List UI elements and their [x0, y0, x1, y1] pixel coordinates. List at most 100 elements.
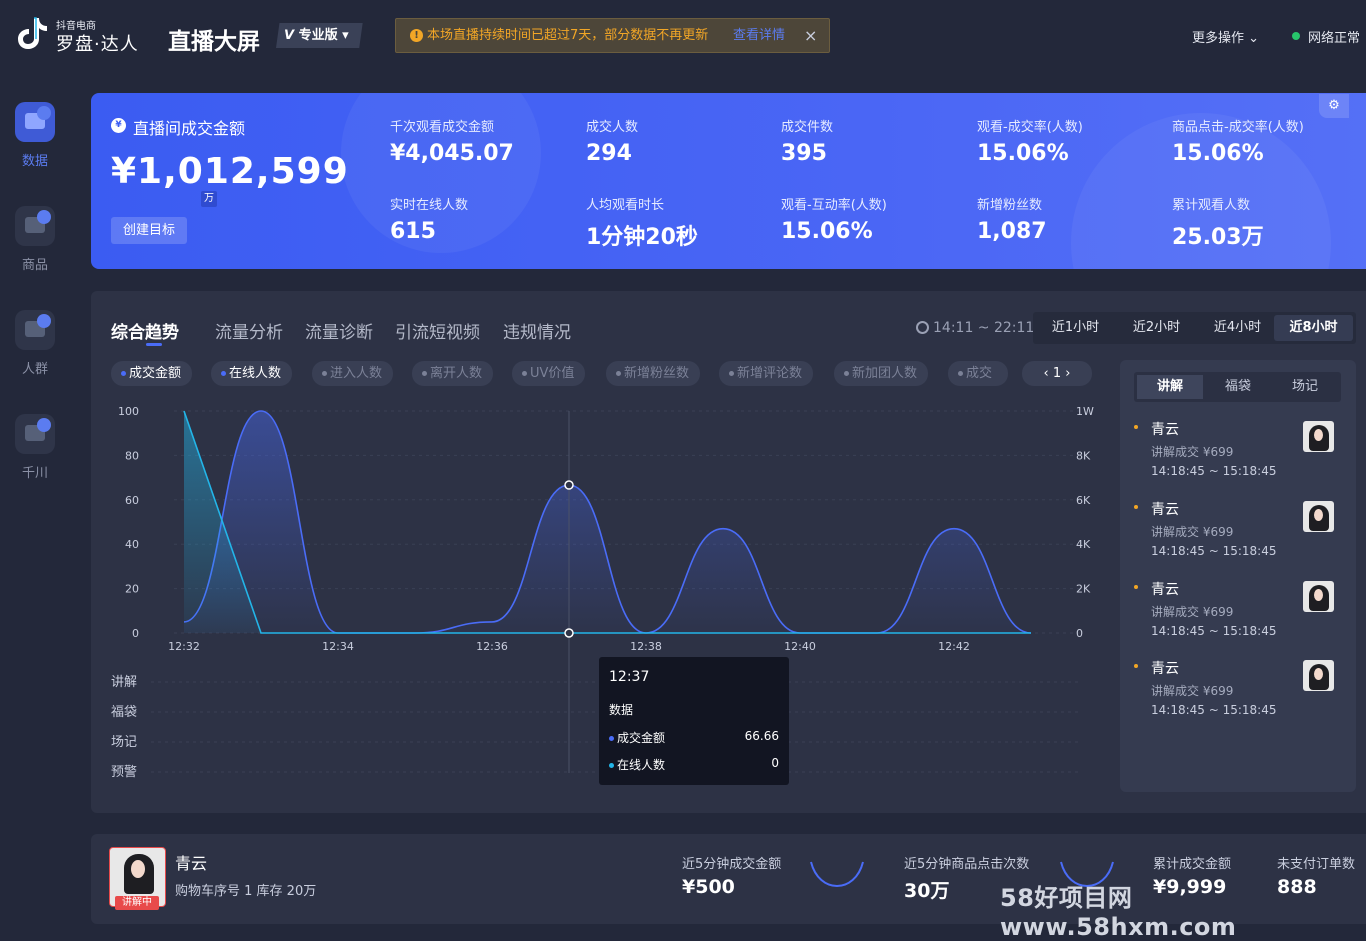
top-bar: 抖音电商 罗盘·达人 直播大屏 𝙑 专业版 ▾ ! 本场直播持续时间已超过7天，… — [0, 0, 1366, 72]
range-2h-button[interactable]: 近2小时 — [1117, 315, 1196, 341]
create-target-button[interactable]: 创建目标 — [111, 217, 187, 244]
metric-value: 15.06% — [977, 141, 1069, 166]
chip-label: 成交 — [966, 366, 993, 381]
metric-chip-new-fans[interactable]: 新增粉丝数 — [606, 361, 701, 386]
sidebar-item-label: 数据 — [21, 154, 48, 169]
sidebar-item-goods[interactable]: 商品 — [0, 206, 70, 273]
x-tick-label: 12:32 — [168, 640, 200, 653]
tab-short-video[interactable]: 引流短视频 — [395, 318, 480, 343]
tooltip-row: 成交金额 66.66 — [609, 729, 779, 746]
people-icon — [15, 310, 55, 350]
bullet-dot — [1134, 505, 1138, 509]
metric-label: 商品点击-成交率(人数) — [1172, 120, 1304, 135]
metric-chip-leave[interactable]: 离开人数 — [412, 361, 494, 386]
log-desc: 讲解成交 ¥699 — [1151, 684, 1234, 698]
y-tick-label: 40 — [125, 538, 139, 551]
sidebar-item-qianchuan[interactable]: 千川 — [0, 414, 70, 481]
metric-value: 15.06% — [781, 219, 873, 244]
x-tick-label: 12:42 — [938, 640, 970, 653]
notice-detail-link[interactable]: 查看详情 — [733, 19, 785, 52]
chip-label: 新加团人数 — [852, 366, 918, 381]
event-row-label: 福袋 — [111, 705, 137, 720]
chip-label: 新增粉丝数 — [624, 366, 690, 381]
sidebar-item-label: 商品 — [21, 258, 48, 273]
metric-chip-group[interactable]: 新加团人数 — [834, 361, 929, 386]
metric-value: 25.03万 — [1172, 225, 1264, 250]
notice-banner: ! 本场直播持续时间已超过7天，部分数据不再更新 查看详情 × — [395, 18, 830, 53]
network-status: 网络正常 — [1308, 31, 1361, 46]
sidebar-item-label: 千川 — [21, 466, 48, 481]
gmv-value: ¥1,012,599 — [111, 151, 349, 192]
chip-label: 进入人数 — [330, 366, 383, 381]
edition-dropdown[interactable]: 𝙑 专业版 ▾ — [276, 23, 363, 48]
y-tick-label: 80 — [125, 449, 139, 462]
sidebar-item-audience[interactable]: 人群 — [0, 310, 70, 377]
tab-traffic-analysis[interactable]: 流量分析 — [215, 318, 283, 343]
log-item[interactable]: 青云 讲解成交 ¥699 14:18:45 ~ 15:18:45 — [1134, 658, 1344, 734]
metric-chip-enter[interactable]: 进入人数 — [312, 361, 394, 386]
log-item[interactable]: 青云 讲解成交 ¥699 14:18:45 ~ 15:18:45 — [1134, 419, 1344, 495]
stat-value: ¥500 — [682, 876, 735, 898]
hover-point-gmv — [564, 480, 574, 490]
more-actions-menu[interactable]: 更多操作 ⌄ — [1192, 27, 1259, 46]
log-time: 14:18:45 ~ 15:18:45 — [1151, 624, 1277, 638]
event-row-label: 场记 — [111, 735, 137, 750]
close-icon[interactable]: × — [804, 19, 817, 52]
network-status-dot — [1292, 32, 1300, 40]
event-row-label: 预警 — [111, 764, 137, 780]
gmv-label: 直播间成交金额 — [133, 119, 246, 138]
product-info: 购物车序号 1 库存 20万 — [175, 884, 317, 899]
log-tab-record[interactable]: 场记 — [1272, 375, 1338, 399]
y2-tick-label: 8K — [1076, 449, 1091, 462]
log-tab-explain[interactable]: 讲解 — [1137, 375, 1203, 399]
metric-chip-deal[interactable]: 成交 — [948, 361, 1008, 386]
tab-violations[interactable]: 违规情况 — [503, 318, 571, 343]
metric-value: 15.06% — [1172, 141, 1264, 166]
settings-icon[interactable]: ⚙ — [1319, 94, 1349, 118]
v-badge-icon: 𝙑 — [284, 28, 295, 43]
tab-traffic-diagnosis[interactable]: 流量诊断 — [305, 318, 373, 343]
metric-chip-comments[interactable]: 新增评论数 — [719, 361, 814, 386]
sidebar-item-data[interactable]: 数据 — [0, 102, 70, 169]
chip-label: 离开人数 — [430, 366, 483, 381]
log-name: 青云 — [1151, 582, 1179, 598]
log-name: 青云 — [1151, 661, 1179, 677]
log-desc: 讲解成交 ¥699 — [1151, 605, 1234, 619]
tooltip-row-value: 0 — [771, 756, 779, 770]
metric-label: 观看-成交率(人数) — [977, 120, 1083, 135]
bullet-dot — [1134, 585, 1138, 589]
chip-pager[interactable]: ‹ 1 › — [1022, 361, 1092, 386]
product-thumbnail — [1303, 501, 1334, 532]
qianchuan-icon — [15, 414, 55, 454]
log-name: 青云 — [1151, 502, 1179, 518]
y2-tick-label: 2K — [1076, 583, 1091, 596]
metric-chip-uv[interactable]: UV价值 — [512, 361, 586, 386]
metric-label: 新增粉丝数 — [977, 198, 1043, 213]
range-1h-button[interactable]: 近1小时 — [1036, 315, 1115, 341]
tab-overall-trend[interactable]: 综合趋势 — [111, 318, 179, 343]
chip-label: 成交金额 — [129, 366, 182, 381]
notice-text: 本场直播持续时间已超过7天，部分数据不再更新 — [427, 28, 709, 43]
chart-tooltip: 12:37 数据 成交金额 66.66 在线人数 0 — [599, 657, 789, 785]
range-4h-button[interactable]: 近4小时 — [1198, 315, 1277, 341]
data-trend-icon — [15, 102, 55, 142]
log-name: 青云 — [1151, 422, 1179, 438]
sparkline-icon — [810, 861, 864, 887]
product-thumbnail — [1303, 421, 1334, 452]
range-8h-button[interactable]: 近8小时 — [1274, 315, 1353, 341]
metric-value: 615 — [390, 219, 436, 244]
metric-chip-gmv[interactable]: 成交金额 — [111, 361, 193, 386]
product-thumbnail — [1303, 581, 1334, 612]
log-item[interactable]: 青云 讲解成交 ¥699 14:18:45 ~ 15:18:45 — [1134, 499, 1344, 575]
metric-label: 成交件数 — [781, 120, 834, 135]
log-tab-lucky-bag[interactable]: 福袋 — [1205, 375, 1271, 399]
gmv-unit: 万 — [201, 191, 217, 207]
log-time: 14:18:45 ~ 15:18:45 — [1151, 464, 1277, 478]
log-item[interactable]: 青云 讲解成交 ¥699 14:18:45 ~ 15:18:45 — [1134, 579, 1344, 655]
metric-label: 千次观看成交金额 — [390, 120, 495, 135]
metric-chip-online[interactable]: 在线人数 — [211, 361, 293, 386]
tooltip-row-value: 66.66 — [744, 729, 779, 743]
sidebar: 数据 商品 人群 千川 — [0, 72, 70, 910]
y-tick-label: 100 — [118, 405, 139, 418]
clock-icon — [916, 321, 929, 334]
